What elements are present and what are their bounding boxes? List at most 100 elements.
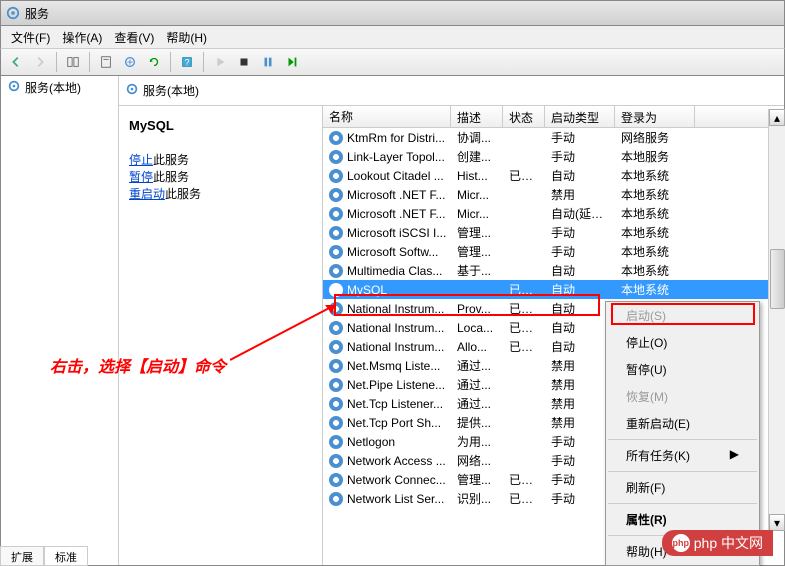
cell-startup: 禁用 <box>545 185 615 204</box>
ctx-separator <box>608 471 757 472</box>
cell-description: 提供... <box>451 413 503 432</box>
cell-status <box>503 251 545 253</box>
cell-name: Microsoft .NET F... <box>347 188 445 202</box>
cell-logon: 本地系统 <box>615 166 695 185</box>
cell-status: 已启动 <box>503 280 545 299</box>
watermark: php php 中文网 <box>662 530 773 556</box>
title-bar: 服务 <box>0 0 785 26</box>
table-row[interactable]: KtmRm for Distri...协调...手动网络服务 <box>323 128 784 147</box>
ctx-refresh[interactable]: 刷新(F) <box>606 474 759 501</box>
main-header: 服务(本地) <box>119 76 784 106</box>
detail-stop-link[interactable]: 停止此服务 <box>129 151 312 168</box>
ctx-start[interactable]: 启动(S) <box>606 302 759 329</box>
cell-description: Loca... <box>451 320 503 336</box>
sidebar-item-services[interactable]: 服务(本地) <box>1 76 118 99</box>
context-menu: 启动(S) 停止(O) 暂停(U) 恢复(M) 重新启动(E) 所有任务(K)▶… <box>605 301 760 566</box>
col-header-status[interactable]: 状态 <box>503 106 545 127</box>
gear-icon <box>329 473 343 487</box>
vertical-scrollbar[interactable]: ▴ ▾ <box>768 109 785 531</box>
stop-button[interactable] <box>233 51 255 73</box>
scroll-up-button[interactable]: ▴ <box>769 109 785 126</box>
table-row[interactable]: Lookout Citadel ...Hist...已启动自动本地系统 <box>323 166 784 185</box>
window-title: 服务 <box>25 5 49 22</box>
ctx-pause[interactable]: 暂停(U) <box>606 356 759 383</box>
cell-description: 管理... <box>451 470 503 489</box>
cell-status <box>503 403 545 405</box>
scroll-thumb[interactable] <box>770 249 785 309</box>
properties-button[interactable] <box>95 51 117 73</box>
cell-name: Net.Tcp Listener... <box>347 397 443 411</box>
cell-description: 管理... <box>451 223 503 242</box>
cell-logon: 网络服务 <box>615 128 695 147</box>
start-button[interactable] <box>209 51 231 73</box>
table-row[interactable]: Microsoft Softw...管理...手动本地系统 <box>323 242 784 261</box>
table-row[interactable]: Microsoft .NET F...Micr...禁用本地系统 <box>323 185 784 204</box>
detail-pause-link[interactable]: 暂停此服务 <box>129 168 312 185</box>
ctx-all-tasks[interactable]: 所有任务(K)▶ <box>606 442 759 469</box>
tab-standard[interactable]: 标准 <box>44 547 88 566</box>
cell-description: Allo... <box>451 339 503 355</box>
annotation-text: 右击，选择【启动】命令 <box>50 353 226 377</box>
chevron-right-icon: ▶ <box>730 447 739 464</box>
gear-icon <box>329 188 343 202</box>
cell-name: Net.Pipe Listene... <box>347 378 445 392</box>
pause-button[interactable] <box>257 51 279 73</box>
gear-icon <box>329 150 343 164</box>
cell-startup: 自动 <box>545 261 615 280</box>
cell-status: 已启动 <box>503 299 545 318</box>
forward-button[interactable] <box>29 51 51 73</box>
main-header-label: 服务(本地) <box>143 82 199 99</box>
cell-name: Net.Msmq Liste... <box>347 359 440 373</box>
table-row[interactable]: Microsoft .NET F...Micr...自动(延迟...本地系统 <box>323 204 784 223</box>
cell-status <box>503 137 545 139</box>
col-header-startup[interactable]: 启动类型 <box>545 106 615 127</box>
scroll-down-button[interactable]: ▾ <box>769 514 785 531</box>
cell-status <box>503 232 545 234</box>
cell-status: 已启动 <box>503 489 545 508</box>
cell-name: National Instrum... <box>347 321 444 335</box>
restart-button[interactable] <box>281 51 303 73</box>
col-header-name[interactable]: 名称 <box>323 106 451 127</box>
php-icon: php <box>672 534 690 552</box>
gear-icon <box>329 131 343 145</box>
gear-icon <box>329 397 343 411</box>
cell-status <box>503 270 545 272</box>
cell-status <box>503 460 545 462</box>
help-button[interactable]: ? <box>176 51 198 73</box>
cell-logon: 本地系统 <box>615 242 695 261</box>
cell-name: National Instrum... <box>347 340 444 354</box>
table-row[interactable]: MySQL已启动自动本地系统 <box>323 280 784 299</box>
ctx-separator <box>608 503 757 504</box>
list-header: 名称 描述 状态 启动类型 登录为 <box>323 106 784 128</box>
cell-startup: 自动 <box>545 280 615 299</box>
back-button[interactable] <box>5 51 27 73</box>
ctx-restart[interactable]: 重新启动(E) <box>606 410 759 437</box>
export-button[interactable] <box>119 51 141 73</box>
cell-description <box>451 289 503 291</box>
cell-name: KtmRm for Distri... <box>347 131 445 145</box>
show-hide-button[interactable] <box>62 51 84 73</box>
refresh-button[interactable] <box>143 51 165 73</box>
menu-view[interactable]: 查看(V) <box>108 27 160 48</box>
ctx-stop[interactable]: 停止(O) <box>606 329 759 356</box>
gear-icon <box>329 454 343 468</box>
ctx-properties[interactable]: 属性(R) <box>606 506 759 533</box>
col-header-description[interactable]: 描述 <box>451 106 503 127</box>
menu-help[interactable]: 帮助(H) <box>160 27 213 48</box>
cell-name: Link-Layer Topol... <box>347 150 445 164</box>
cell-description: 基于... <box>451 261 503 280</box>
table-row[interactable]: Link-Layer Topol...创建...手动本地服务 <box>323 147 784 166</box>
cell-description: 识别... <box>451 489 503 508</box>
cell-startup: 手动 <box>545 128 615 147</box>
col-header-logon[interactable]: 登录为 <box>615 106 695 127</box>
table-row[interactable]: Microsoft iSCSI I...管理...手动本地系统 <box>323 223 784 242</box>
ctx-resume[interactable]: 恢复(M) <box>606 383 759 410</box>
table-row[interactable]: Multimedia Clas...基于...自动本地系统 <box>323 261 784 280</box>
menu-action[interactable]: 操作(A) <box>56 27 108 48</box>
detail-restart-link[interactable]: 重启动此服务 <box>129 185 312 202</box>
gear-icon <box>329 264 343 278</box>
gear-icon <box>329 245 343 259</box>
tab-extended[interactable]: 扩展 <box>0 547 44 566</box>
gear-icon <box>329 492 343 506</box>
menu-file[interactable]: 文件(F) <box>5 27 56 48</box>
